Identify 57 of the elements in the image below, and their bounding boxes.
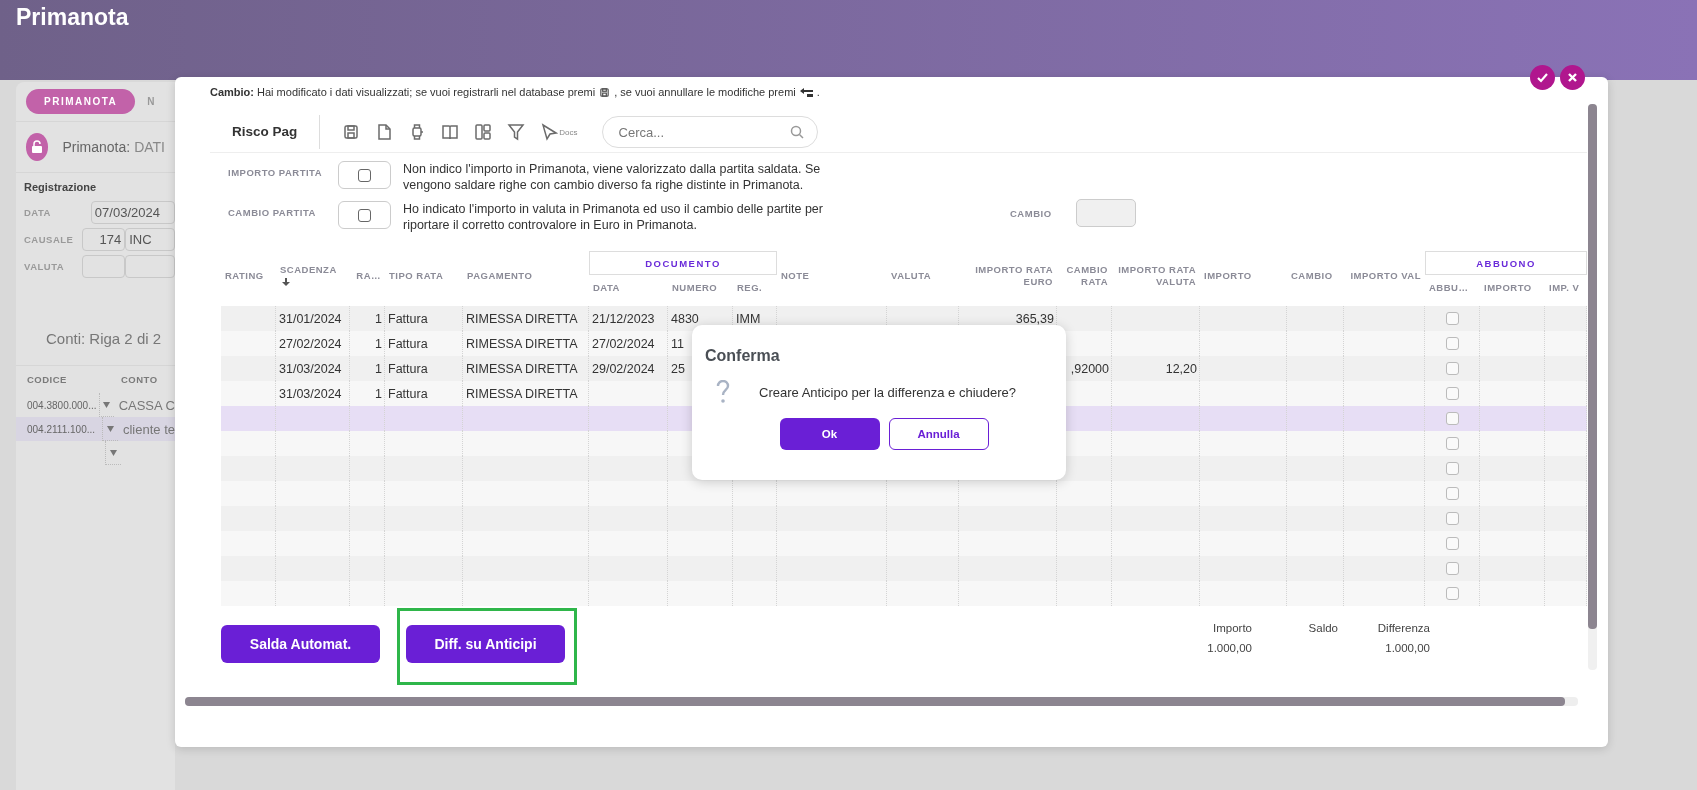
field-label: CAUSALE [24, 234, 75, 245]
table-cell: 4830 [671, 311, 699, 326]
table-cell-text: 004.2111.100... [27, 423, 97, 435]
dialog-title: Conferma [705, 347, 780, 365]
table-cell: 365,39 [1015, 311, 1054, 326]
table-cell: Fattura [388, 361, 428, 376]
table-cell: 29/02/2024 [592, 361, 655, 376]
page-title: Primanota [16, 4, 129, 31]
table-cell: 1 [375, 386, 382, 401]
table-cell: CASSA C [118, 397, 175, 413]
table-cell: Fattura [388, 336, 428, 351]
section-title: Registrazione [23, 180, 98, 195]
table-cell: 21/12/2023 [592, 311, 655, 326]
column-group-header: ABBUONO [1425, 251, 1587, 275]
table-cell: IMM [736, 311, 761, 326]
field-label: VALUTA [24, 261, 66, 272]
table-cell: 31/03/2024 [279, 386, 342, 401]
toolbar-title: Risco Pag [232, 123, 298, 141]
total-value: 1.000,00 [1384, 642, 1430, 654]
column-header: CONTO [121, 374, 158, 385]
column-group-header: DOCUMENTO [589, 251, 777, 275]
option-description: Non indico l'importo in Primanota, viene valorizzato dalla partita saldata. Se vengono saldare righe con cambio diverso fa righe distinte in Primanota. [403, 161, 822, 193]
table-cell: RIMESSA DIRETTA [466, 336, 578, 351]
option-label: CAMBIO PARTITA [228, 206, 317, 218]
table-cell: 12,20 [1165, 361, 1197, 376]
table-cell: 31/01/2024 [279, 311, 342, 326]
total-label: Importo [1212, 622, 1252, 634]
table-cell: 1 [375, 361, 382, 376]
table-cell: 1 [375, 336, 382, 351]
notice-text: , se vuoi annullare le modifiche premi [614, 86, 796, 98]
notice-text: . [816, 86, 820, 98]
total-label: Differenza [1376, 622, 1430, 634]
table-cell: RIMESSA DIRETTA [466, 361, 578, 376]
table-cell: 1 [375, 311, 382, 326]
table-cell: 31/03/2024 [279, 361, 342, 376]
total-label: Saldo [1307, 622, 1338, 634]
notice-text: Cambio: Hai modificato i dati visualizzati; se vuoi registrarli nel database premi [210, 86, 596, 98]
option-description: Ho indicato l'importo in valuta in Primanota ed uso il cambio delle partite per riportare il corretto controvalore in Euro in Primanota. [403, 201, 824, 233]
section-title: Conti: Riga 2 di 2 [45, 329, 163, 349]
table-cell-text: 004.3800.000... [27, 399, 98, 411]
column-header: CODICE [27, 374, 68, 385]
dialog-message: Creare Anticipo per la differenza e chiudere? [759, 384, 1017, 400]
table-cell: 11 [671, 336, 684, 351]
option-label: IMPORTO PARTITA [228, 166, 324, 178]
table-cell: 25 [671, 361, 685, 376]
total-value: 1.000,00 [1206, 642, 1252, 654]
table-cell: cliente te [122, 421, 175, 437]
table-cell: 27/02/2024 [592, 336, 655, 351]
table-cell: 27/02/2024 [279, 336, 342, 351]
table-cell: Fattura [388, 311, 428, 326]
table-cell: ,92000 [1070, 361, 1109, 376]
field-label: CAMBIO [1010, 207, 1052, 219]
table-cell: RIMESSA DIRETTA [466, 311, 578, 326]
table-cell: RIMESSA DIRETTA [466, 386, 578, 401]
panel-heading: Primanota: DATI [62, 139, 165, 155]
table-cell: Fattura [388, 386, 428, 401]
field-label: DATA [24, 207, 52, 218]
